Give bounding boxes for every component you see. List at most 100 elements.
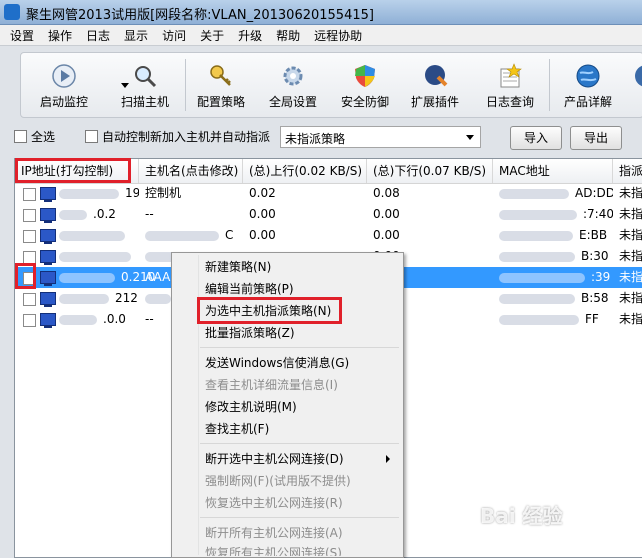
- policy-cell: 未指: [619, 270, 642, 284]
- mac-cell: AD:DD: [575, 186, 613, 200]
- redacted-text: [59, 231, 125, 241]
- menu-access[interactable]: 访问: [155, 25, 193, 44]
- redacted-text: [499, 294, 575, 304]
- redacted-text: [59, 315, 97, 325]
- window-title: 聚生网管2013试用版[网段名称:VLAN_20130620155415]: [26, 8, 374, 23]
- redacted-text: [499, 273, 585, 283]
- policy-cell: 未指: [619, 291, 642, 305]
- menu-remote-assist[interactable]: 远程协助: [307, 25, 369, 44]
- policy-cell: 未指: [619, 228, 642, 242]
- toolbar-divider: [185, 59, 186, 111]
- table-row[interactable]: 198 控制机 0.02 0.08 AD:DD 未指: [15, 183, 642, 204]
- menu-batch-assign[interactable]: 批量指派策略(Z): [205, 322, 295, 344]
- menu-log[interactable]: 日志: [79, 25, 117, 44]
- select-all-label: 全选: [31, 130, 56, 144]
- menu-edit-description[interactable]: 修改主机说明(M): [205, 396, 297, 418]
- redacted-text: [59, 189, 119, 199]
- global-settings-button[interactable]: 全局设置: [265, 53, 321, 117]
- computer-icon: [40, 250, 56, 265]
- ip-cell: 212: [115, 291, 138, 305]
- key-icon: [210, 65, 231, 86]
- import-button[interactable]: 导入: [510, 126, 562, 150]
- row-checkbox[interactable]: [23, 209, 36, 222]
- menu-about[interactable]: 关于: [193, 25, 231, 44]
- ip-cell: 198: [125, 186, 139, 200]
- log-star-icon: [500, 63, 522, 88]
- redacted-text: [145, 231, 219, 241]
- policy-select[interactable]: 未指派策略: [280, 126, 481, 148]
- table-row[interactable]: C 0.00 0.00 E:BB 未指: [15, 225, 642, 246]
- play-icon: [52, 64, 76, 88]
- menu-help[interactable]: 帮助: [269, 25, 307, 44]
- download-cell: 0.00: [373, 207, 400, 221]
- mac-cell: B:58: [581, 291, 609, 305]
- product-details-button[interactable]: 产品详解: [557, 53, 619, 117]
- watermark: Bai 经验: [480, 504, 563, 528]
- extensions-button[interactable]: 扩展插件: [407, 53, 463, 117]
- policy-select-value: 未指派策略: [285, 132, 346, 146]
- row-checkbox[interactable]: [23, 188, 36, 201]
- redacted-text: [59, 273, 115, 283]
- redacted-text: [145, 294, 171, 304]
- gear-icon: [283, 66, 303, 86]
- title-bar: 聚生网管2013试用版[网段名称:VLAN_20130620155415]: [0, 0, 642, 25]
- more-toolbar-button[interactable]: [629, 53, 642, 117]
- hostname-cell: --: [145, 207, 154, 221]
- col-upload[interactable]: (总)上行(0.02 KB/S): [243, 159, 367, 183]
- col-policy[interactable]: 指派: [613, 159, 642, 183]
- chevron-down-icon: [466, 135, 474, 140]
- scan-host-button[interactable]: 扫描主机: [117, 53, 173, 117]
- row-checkbox[interactable]: [23, 230, 36, 243]
- col-download[interactable]: (总)下行(0.07 KB/S): [367, 159, 493, 183]
- policy-cell: 未指: [619, 249, 642, 263]
- menu-restore-selected: 恢复选中主机公网连接(R): [205, 496, 343, 510]
- redacted-text: [499, 315, 579, 325]
- computer-icon: [40, 229, 56, 244]
- start-monitor-button[interactable]: 启动监控: [27, 53, 101, 117]
- config-policy-button[interactable]: 配置策略: [193, 53, 249, 117]
- row-checkbox[interactable]: [23, 314, 36, 327]
- log-query-label: 日志查询: [485, 95, 534, 109]
- col-mac[interactable]: MAC地址: [493, 159, 613, 183]
- table-row[interactable]: .0.2 -- 0.00 0.00 :7:40 未指: [15, 204, 642, 225]
- row-checkbox[interactable]: [23, 293, 36, 306]
- menu-send-message[interactable]: 发送Windows信使消息(G): [205, 352, 349, 374]
- download-cell: 0.00: [373, 228, 400, 242]
- menu-disconnect-selected[interactable]: 断开选中主机公网连接(D): [205, 448, 344, 470]
- menu-force-disconnect: 强制断网(F)(试用版不提供): [205, 474, 351, 488]
- computer-icon: [40, 187, 56, 202]
- product-details-label: 产品详解: [563, 95, 612, 109]
- menu-disconnect-all: 断开所有主机公网连接(A): [205, 526, 343, 540]
- options-bar: 全选 自动控制新加入主机并自动指派 未指派策略 导入 导出: [0, 120, 642, 156]
- menu-new-policy[interactable]: 新建策略(N): [205, 256, 271, 278]
- menu-settings[interactable]: 设置: [0, 25, 41, 44]
- mac-cell: :7:40: [583, 207, 613, 221]
- redacted-text: [59, 210, 87, 220]
- export-button[interactable]: 导出: [570, 126, 622, 150]
- menu-upgrade[interactable]: 升级: [231, 25, 269, 44]
- app-icon: [4, 4, 20, 20]
- menu-find-host[interactable]: 查找主机(F): [205, 418, 269, 440]
- select-all-checkbox[interactable]: [14, 130, 27, 143]
- assign-policy-highlight: [197, 297, 342, 324]
- policy-cell: 未指: [619, 186, 642, 200]
- chevron-right-icon: [386, 455, 390, 463]
- menu-operation[interactable]: 操作: [41, 25, 79, 44]
- redacted-text: [499, 189, 569, 199]
- security-defense-button[interactable]: 安全防御: [337, 53, 393, 117]
- global-settings-label: 全局设置: [268, 95, 317, 109]
- menu-restore-all: 恢复所有主机公网连接(S): [205, 546, 342, 556]
- menu-display[interactable]: 显示: [117, 25, 155, 44]
- mac-cell: B:30: [581, 249, 609, 263]
- hostname-cell: C: [225, 228, 234, 242]
- config-policy-label: 配置策略: [196, 95, 245, 109]
- redacted-text: [59, 252, 131, 262]
- download-cell: 0.08: [373, 186, 400, 200]
- plugin-icon: [425, 65, 448, 87]
- col-hostname[interactable]: 主机名(点击修改): [139, 159, 243, 183]
- upload-cell: 0.00: [249, 207, 276, 221]
- log-query-button[interactable]: 日志查询: [479, 53, 541, 117]
- upload-cell: 0.00: [249, 228, 276, 242]
- hostname-cell: 控制机: [145, 186, 182, 200]
- auto-control-checkbox[interactable]: [85, 130, 98, 143]
